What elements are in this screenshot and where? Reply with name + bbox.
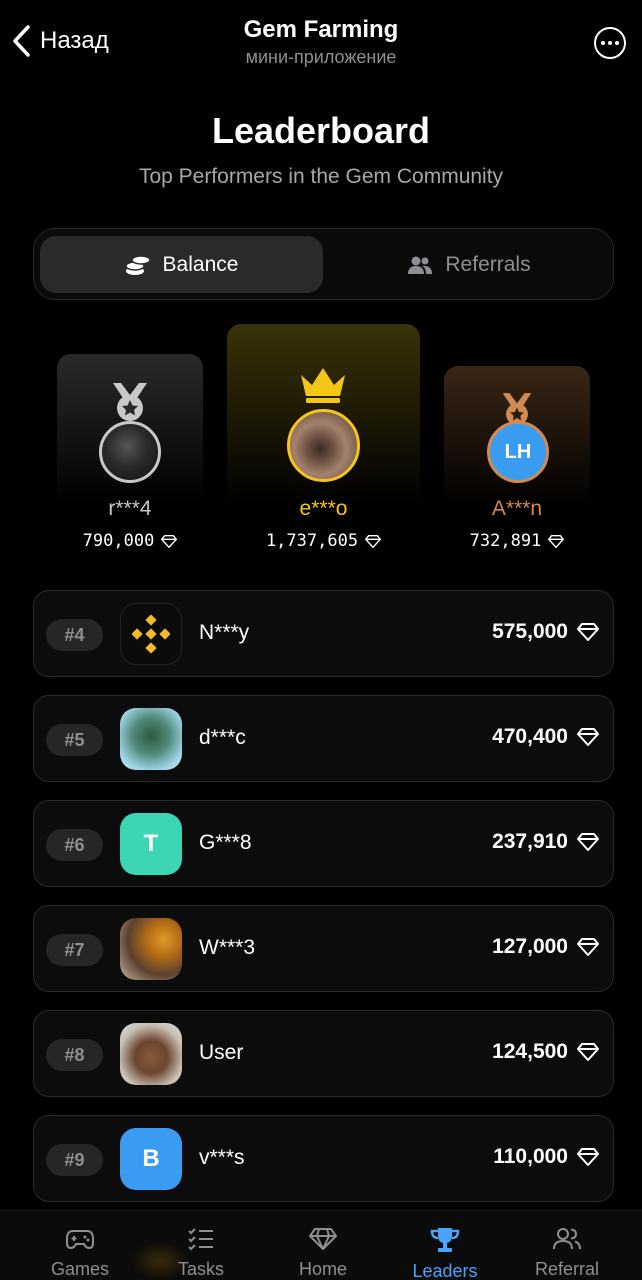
nav-label: Games bbox=[50, 1259, 110, 1279]
page-subtitle: Top Performers in the Gem Community bbox=[138, 165, 504, 188]
app-title: Gem Farming bbox=[243, 16, 399, 43]
avatar bbox=[120, 918, 182, 980]
user-name: User bbox=[199, 1041, 244, 1064]
diamond-icon bbox=[577, 1043, 599, 1061]
rank-badge: #6 bbox=[46, 829, 103, 861]
silver-medal-icon bbox=[113, 383, 147, 421]
podium-second-amount: 790,000 bbox=[82, 531, 155, 551]
gold-crown-icon bbox=[301, 368, 345, 403]
avatar bbox=[99, 421, 161, 483]
diamond-icon bbox=[577, 833, 599, 851]
avatar: T bbox=[120, 813, 182, 875]
avatar: LH bbox=[487, 421, 549, 483]
nav-item-leaders[interactable]: Leaders bbox=[390, 1227, 500, 1280]
tab-referrals[interactable]: Referrals bbox=[329, 236, 609, 293]
nav-label: Tasks bbox=[177, 1259, 224, 1279]
app-subtitle: мини-приложение bbox=[245, 47, 397, 67]
diamond-icon bbox=[548, 534, 565, 548]
list-item[interactable]: #6 T G***8 237,910 bbox=[33, 800, 614, 887]
avatar bbox=[287, 409, 360, 482]
podium-second-name: r***4 bbox=[108, 497, 152, 520]
avatar-initials: LH bbox=[504, 440, 532, 463]
user-balance: 124,500 bbox=[492, 1040, 599, 1064]
diamond-icon bbox=[309, 1228, 337, 1250]
avatar: B bbox=[120, 1128, 182, 1190]
users-icon bbox=[553, 1228, 581, 1250]
binance-logo-icon bbox=[120, 603, 182, 665]
diamond-icon bbox=[161, 534, 178, 548]
nav-label: Home bbox=[298, 1259, 347, 1279]
user-balance: 575,000 bbox=[492, 620, 599, 644]
list-item[interactable]: #8 User 124,500 bbox=[33, 1010, 614, 1097]
nav-label: Referral bbox=[534, 1259, 600, 1279]
users-icon bbox=[408, 256, 433, 274]
avatar bbox=[120, 708, 182, 770]
podium-third-name: A***n bbox=[491, 497, 543, 520]
checklist-icon bbox=[188, 1228, 213, 1251]
podium-second-value: 790,000 bbox=[57, 531, 203, 551]
trophy-icon bbox=[430, 1228, 460, 1252]
coins-stack-icon bbox=[124, 254, 151, 275]
tab-referrals-label: Referrals bbox=[445, 252, 531, 276]
podium-third-amount: 732,891 bbox=[469, 531, 542, 551]
user-balance-amount: 127,000 bbox=[492, 935, 568, 958]
rank-badge: #5 bbox=[46, 724, 103, 756]
leaderboard-tabs: Balance Referrals bbox=[33, 228, 614, 300]
user-name: v***s bbox=[199, 1146, 245, 1169]
podium-first-amount: 1,737,605 bbox=[265, 531, 359, 551]
diamond-icon bbox=[577, 938, 599, 956]
diamond-icon bbox=[577, 728, 599, 746]
avatar bbox=[120, 1023, 182, 1085]
nav-item-tasks[interactable]: Tasks bbox=[146, 1227, 256, 1280]
user-balance-amount: 237,910 bbox=[492, 830, 568, 853]
avatar-initial: B bbox=[142, 1145, 160, 1172]
user-balance: 237,910 bbox=[492, 830, 599, 854]
nav-item-home[interactable]: Home bbox=[268, 1227, 378, 1280]
user-balance-amount: 110,000 bbox=[493, 1145, 568, 1168]
tab-balance-label: Balance bbox=[162, 252, 239, 276]
list-item[interactable]: #7 W***3 127,000 bbox=[33, 905, 614, 992]
rank-badge: #8 bbox=[46, 1039, 103, 1071]
podium-first-name: e***o bbox=[299, 497, 348, 520]
nav-label: Leaders bbox=[412, 1261, 478, 1280]
avatar-initial: T bbox=[143, 830, 159, 857]
bottom-nav: Games Tasks Home Leaders Referral bbox=[0, 1210, 642, 1280]
nav-item-referral[interactable]: Referral bbox=[512, 1227, 622, 1280]
gamepad-icon bbox=[66, 1230, 94, 1250]
more-options-button[interactable] bbox=[594, 27, 626, 59]
rank-badge: #9 bbox=[46, 1144, 103, 1176]
rank-badge: #4 bbox=[46, 619, 103, 651]
user-balance: 127,000 bbox=[492, 935, 599, 959]
user-balance-amount: 575,000 bbox=[492, 620, 568, 643]
list-item[interactable]: #4 N***y 575,000 bbox=[33, 590, 614, 677]
podium-first-value: 1,737,605 bbox=[227, 531, 420, 551]
user-name: G***8 bbox=[199, 831, 252, 854]
diamond-icon bbox=[365, 534, 382, 548]
list-item[interactable]: #5 d***c 470,400 bbox=[33, 695, 614, 782]
page-title: Leaderboard bbox=[211, 110, 431, 151]
tab-balance[interactable]: Balance bbox=[40, 236, 323, 293]
podium-third-value: 732,891 bbox=[444, 531, 590, 551]
user-balance-amount: 470,400 bbox=[492, 725, 568, 748]
user-balance: 110,000 bbox=[493, 1145, 599, 1169]
diamond-icon bbox=[577, 623, 599, 641]
diamond-icon bbox=[577, 1148, 599, 1166]
user-name: N***y bbox=[199, 621, 250, 644]
user-name: W***3 bbox=[199, 936, 256, 959]
user-name: d***c bbox=[199, 726, 246, 749]
top-bar: Назад Gem Farming мини-приложение bbox=[0, 0, 642, 86]
nav-item-games[interactable]: Games bbox=[25, 1227, 135, 1280]
list-item[interactable]: #9 B v***s 110,000 bbox=[33, 1115, 614, 1202]
user-balance-amount: 124,500 bbox=[492, 1040, 568, 1063]
rank-badge: #7 bbox=[46, 934, 103, 966]
user-balance: 470,400 bbox=[492, 725, 599, 749]
